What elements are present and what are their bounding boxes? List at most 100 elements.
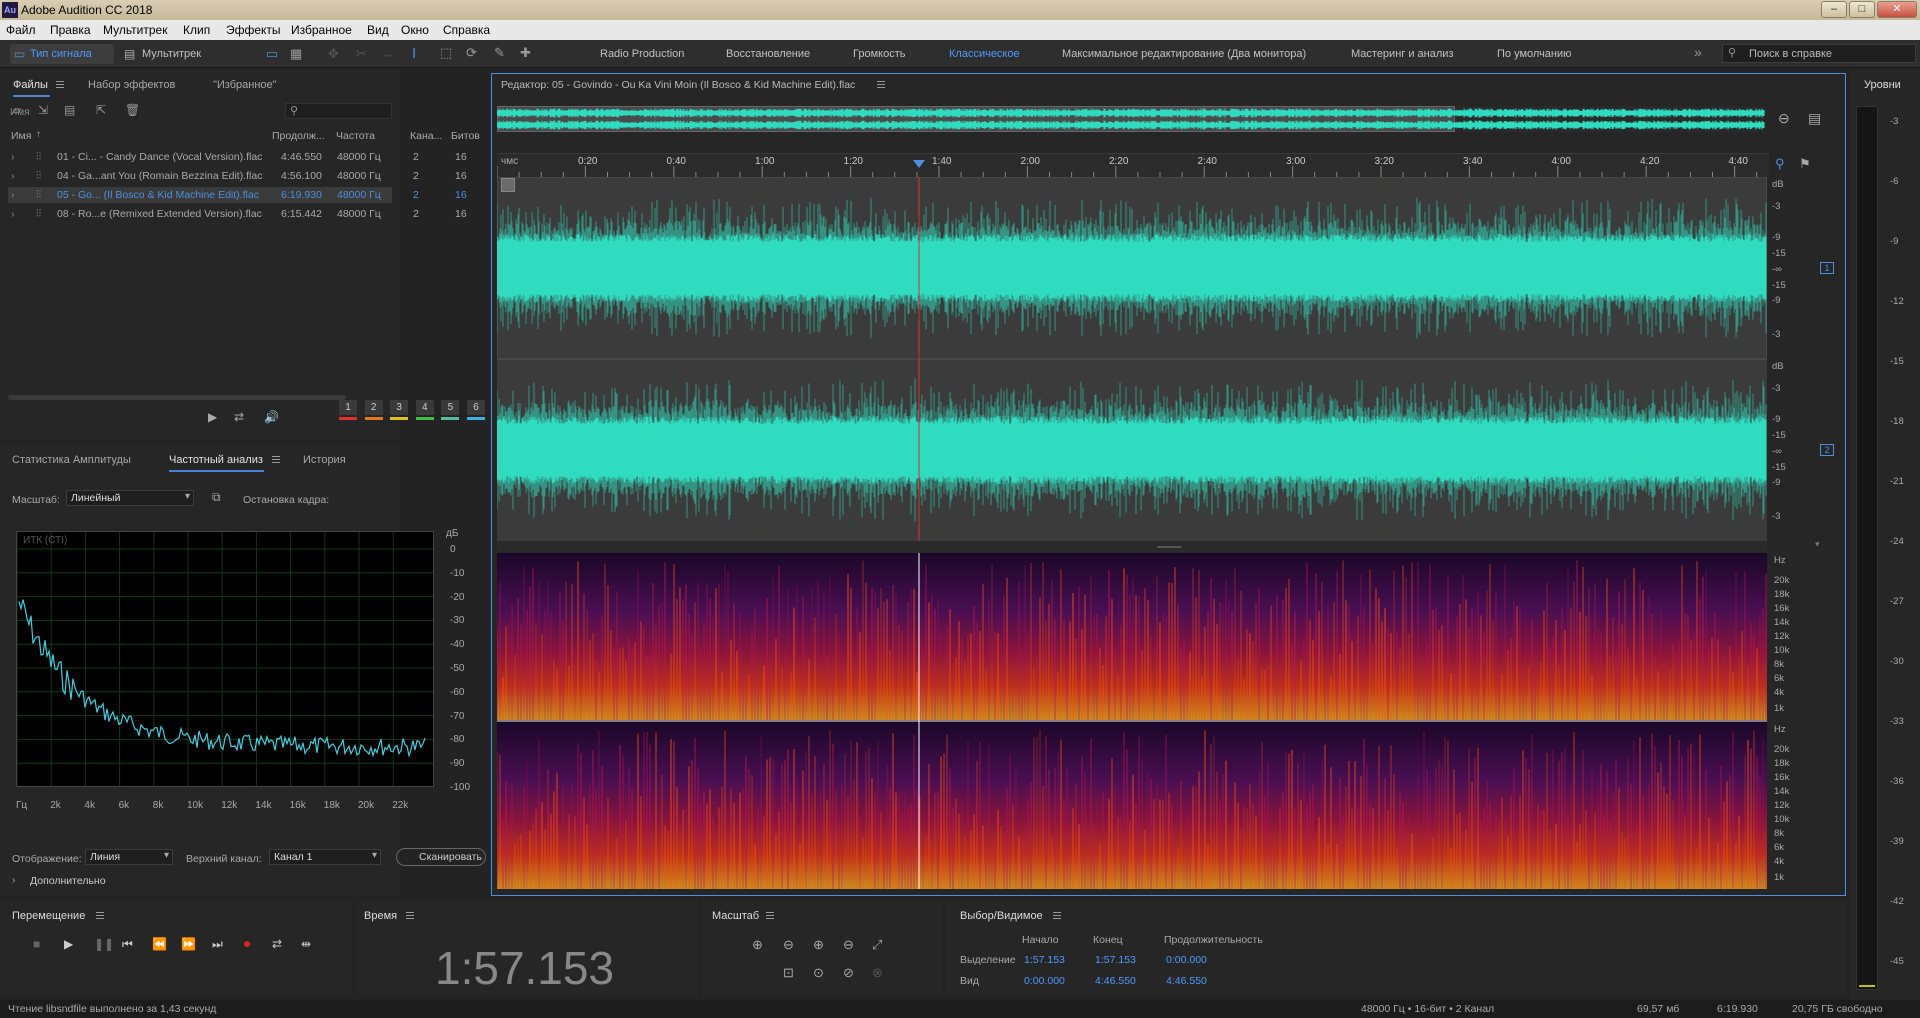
workspace-radio-production[interactable]: Radio Production: [600, 48, 684, 60]
menu-edit[interactable]: Правка: [50, 23, 91, 37]
view-duration[interactable]: 4:46.550: [1166, 975, 1207, 987]
col-name[interactable]: Имя: [11, 130, 31, 142]
editor-menu-icon[interactable]: [877, 81, 885, 88]
col-rate[interactable]: Частота: [336, 130, 375, 142]
zoom-out-amplitude-icon[interactable]: ⊖: [783, 937, 794, 953]
scale-dropdown[interactable]: Линейный: [66, 490, 194, 506]
play-preview-icon[interactable]: ▶: [208, 410, 217, 424]
workspace-mastering[interactable]: Мастеринг и анализ: [1351, 48, 1453, 60]
workspace-restoration[interactable]: Восстановление: [726, 48, 810, 60]
zoom-out-time-icon[interactable]: ⊖: [843, 937, 854, 953]
rewind-icon[interactable]: ⏪: [152, 937, 167, 951]
selection-menu-icon[interactable]: [1053, 912, 1061, 919]
waveform-view-button[interactable]: ▭ Тип сигнала: [10, 44, 114, 64]
expand-advanced-icon[interactable]: ›: [12, 875, 15, 886]
time-menu-icon[interactable]: [406, 912, 414, 919]
zoom-out-full-icon[interactable]: ⊖: [1778, 110, 1790, 127]
zoom-in-time-icon[interactable]: ⊕: [813, 937, 824, 953]
selection-end[interactable]: 1:57.153: [1095, 954, 1136, 966]
expand-icon[interactable]: ›: [11, 189, 15, 201]
col-channels[interactable]: Кана...: [410, 130, 442, 142]
col-bits[interactable]: Битов: [451, 130, 480, 142]
tab-effects-rack[interactable]: Набор эффектов: [88, 79, 175, 91]
tab-frequency-analysis[interactable]: Частотный анализ: [169, 454, 263, 466]
files-search-input[interactable]: ⚲: [285, 103, 392, 119]
workspace-default[interactable]: По умолчанию: [1497, 48, 1571, 60]
spot-healing-icon[interactable]: ✚: [520, 45, 531, 61]
hud-icon[interactable]: [501, 178, 515, 192]
go-to-end-icon[interactable]: ⏭: [212, 937, 223, 952]
expand-icon[interactable]: ›: [11, 170, 15, 182]
overview-options-icon[interactable]: ▤: [1808, 110, 1821, 127]
zoom-in-point-icon[interactable]: ⊙: [813, 965, 824, 981]
workspace-max-edit[interactable]: Максимальное редактирование (Два монитор…: [1062, 48, 1306, 60]
file-row[interactable]: › ⫶⫶ 05 - Go... (Il Bosco & Kid Machine Ed…: [8, 187, 467, 203]
scan-button[interactable]: Сканировать: [396, 848, 486, 866]
menu-help[interactable]: Справка: [443, 23, 490, 37]
new-file-icon[interactable]: ▤: [64, 103, 75, 117]
zoom-full-icon[interactable]: ⤢: [872, 937, 882, 953]
view-splitter[interactable]: ▾: [497, 539, 1820, 553]
loop-preview-icon[interactable]: ⇄: [234, 410, 244, 424]
analysis-menu-icon[interactable]: [272, 456, 280, 463]
menu-view[interactable]: Вид: [367, 23, 389, 37]
workspace-loudness[interactable]: Громкость: [853, 48, 905, 60]
hold-button-6[interactable]: 6: [467, 400, 485, 415]
skip-selection-icon[interactable]: ⇹: [301, 937, 311, 951]
spectral-area[interactable]: [496, 553, 1767, 889]
files-scrollbar[interactable]: [8, 395, 346, 400]
record-icon[interactable]: ●: [243, 935, 251, 951]
pause-icon[interactable]: ❚❚: [94, 937, 114, 951]
lasso-tool-icon[interactable]: ⟳: [466, 45, 477, 61]
capture-icon[interactable]: ⧉: [212, 490, 221, 505]
play-icon[interactable]: ▶: [64, 937, 73, 951]
spectral-display-icon[interactable]: ▦: [290, 46, 302, 62]
overview-bar[interactable]: [497, 106, 1765, 132]
waveform-display-icon[interactable]: ▭: [266, 46, 278, 62]
stop-icon[interactable]: ■: [33, 937, 40, 951]
time-ruler[interactable]: [496, 153, 1912, 178]
hold-button-1[interactable]: 1: [339, 400, 357, 415]
marker-icon[interactable]: ⚑: [1799, 156, 1811, 172]
files-menu-icon[interactable]: [56, 81, 64, 88]
loop-icon[interactable]: ⇄: [272, 937, 282, 951]
brush-tool-icon[interactable]: ✎: [494, 45, 505, 61]
move-tool-icon[interactable]: ✥: [328, 46, 339, 62]
menu-file[interactable]: Файл: [6, 23, 36, 37]
display-dropdown[interactable]: Линия: [85, 849, 173, 865]
channel-2-indicator[interactable]: 2: [1820, 444, 1834, 456]
selection-start[interactable]: 1:57.153: [1024, 954, 1065, 966]
advanced-toggle[interactable]: Дополнительно: [30, 875, 106, 887]
top-channel-dropdown[interactable]: Канал 1: [269, 849, 381, 865]
zoom-reset-icon[interactable]: ⊗: [872, 965, 883, 981]
tab-history[interactable]: История: [303, 454, 346, 466]
zoom-in-amplitude-icon[interactable]: ⊕: [752, 937, 763, 953]
file-row[interactable]: › ⫶⫶ 01 - Ci... - Candy Dance (Vocal Versi…: [8, 149, 467, 165]
tab-amplitude-statistics[interactable]: Статистика Амплитуды: [12, 454, 131, 466]
minimize-button[interactable]: –: [1821, 1, 1847, 18]
selection-duration[interactable]: 0:00.000: [1166, 954, 1207, 966]
zoom-out-point-icon[interactable]: ⊘: [843, 965, 854, 981]
expand-icon[interactable]: ›: [11, 151, 15, 163]
col-duration[interactable]: Продолж...: [272, 130, 325, 142]
menu-clip[interactable]: Клип: [183, 23, 210, 37]
close-button[interactable]: ✕: [1877, 1, 1917, 18]
more-workspaces-icon[interactable]: »: [1694, 44, 1702, 60]
auto-play-icon[interactable]: 🔊: [264, 410, 279, 424]
delete-icon[interactable]: 🗑: [125, 103, 140, 117]
files-column-name[interactable]: Имя: [10, 107, 29, 118]
workspace-classic[interactable]: Классическое: [949, 48, 1020, 60]
waveform-area[interactable]: [496, 176, 1768, 541]
channel-1-indicator[interactable]: 1: [1820, 262, 1834, 274]
view-start[interactable]: 0:00.000: [1024, 975, 1065, 987]
fast-forward-icon[interactable]: ⏩: [181, 937, 196, 951]
zoom-selection-icon[interactable]: ⊡: [783, 965, 794, 981]
hold-button-4[interactable]: 4: [415, 400, 434, 415]
splitter-collapse-icon[interactable]: ▾: [1815, 539, 1820, 550]
expand-icon[interactable]: ›: [11, 208, 15, 220]
multitrack-view-button[interactable]: Мультитрек: [142, 48, 201, 60]
insert-multitrack-icon[interactable]: ⇱: [96, 103, 106, 117]
zoom-menu-icon[interactable]: [766, 912, 774, 919]
file-row[interactable]: › ⫶⫶ 08 - Ro...e (Remixed Extended Version…: [8, 206, 467, 222]
help-search-input[interactable]: ⚲ Поиск в справке: [1722, 44, 1916, 63]
